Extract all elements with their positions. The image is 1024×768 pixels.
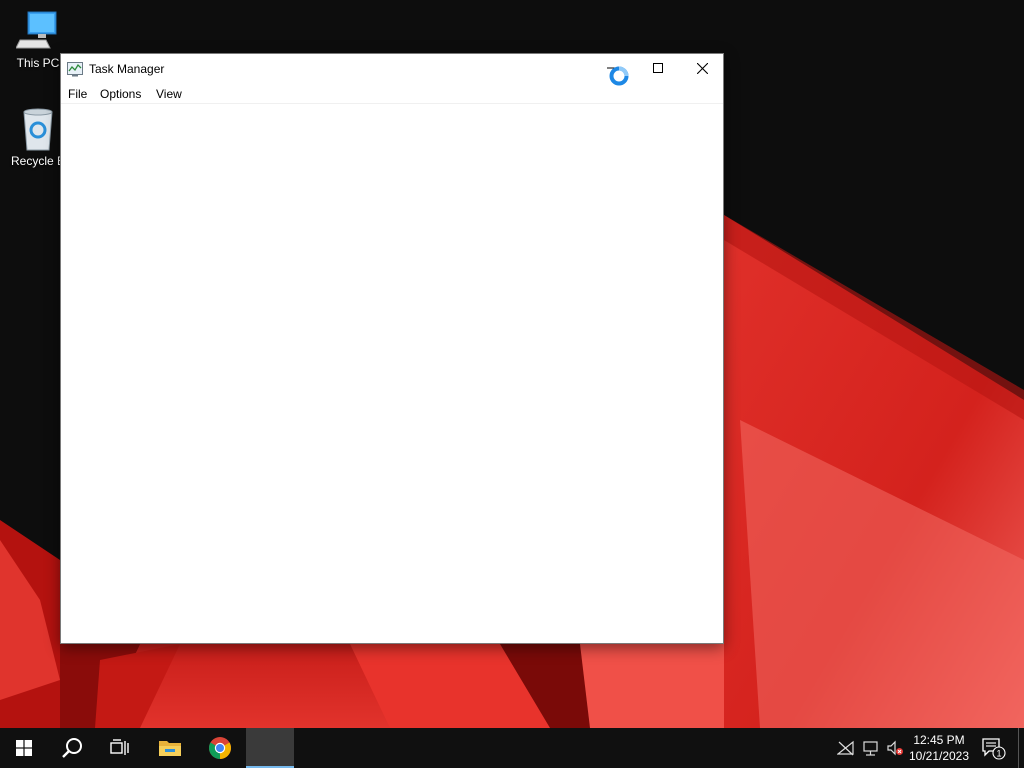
task-manager-taskbar-button[interactable] xyxy=(246,728,294,768)
menu-view[interactable]: View xyxy=(154,87,184,101)
notifications-icon: 1 xyxy=(982,738,1006,760)
start-icon xyxy=(16,740,32,756)
menu-file[interactable]: File xyxy=(66,87,89,101)
file-explorer-icon xyxy=(159,741,181,756)
notification-count: 1 xyxy=(996,749,1001,759)
task-manager-icon xyxy=(67,62,83,77)
menu-bar: File Options View xyxy=(61,84,723,104)
computer-icon xyxy=(16,11,57,49)
task-view-button[interactable] xyxy=(96,728,144,768)
search-icon xyxy=(62,738,82,758)
task-view-icon xyxy=(110,739,129,755)
network-icon[interactable] xyxy=(861,738,881,758)
recycle-bin-icon xyxy=(23,108,53,151)
show-desktop-button[interactable] xyxy=(1018,728,1024,768)
clock-time: 12:45 PM xyxy=(913,733,965,747)
start-button[interactable] xyxy=(0,728,48,768)
chrome-button[interactable] xyxy=(196,728,244,768)
file-explorer-button[interactable] xyxy=(146,728,194,768)
close-icon xyxy=(696,62,708,74)
title-bar[interactable]: Task Manager xyxy=(61,54,725,86)
action-center-button[interactable]: 1 xyxy=(980,736,1008,760)
window-title: Task Manager xyxy=(89,62,165,76)
taskbar: 12:45 PM 10/21/2023 1 xyxy=(0,728,1024,768)
volume-muted-icon[interactable] xyxy=(885,738,905,758)
chrome-icon xyxy=(209,737,231,759)
menu-options[interactable]: Options xyxy=(98,87,143,101)
network-disconnected-icon[interactable] xyxy=(836,738,856,758)
maximize-button[interactable] xyxy=(635,54,681,82)
search-button[interactable] xyxy=(48,728,96,768)
clock-date: 10/21/2023 xyxy=(908,749,970,763)
maximize-icon xyxy=(653,63,663,73)
clock[interactable]: 12:45 PM 10/21/2023 xyxy=(906,732,972,764)
task-manager-window[interactable]: Task Manager File Options View xyxy=(60,53,724,644)
window-content-loading xyxy=(61,105,723,643)
close-button[interactable] xyxy=(679,54,725,82)
